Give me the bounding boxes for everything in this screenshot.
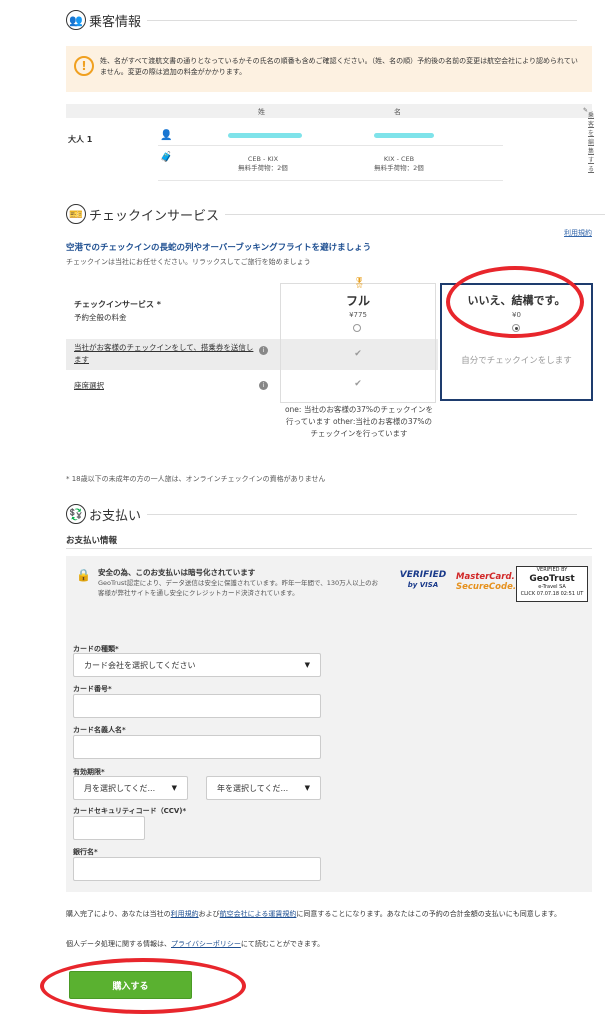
passenger-section-title: 乗客情報 xyxy=(89,14,142,30)
payment-info-title: お支払い情報 xyxy=(66,536,118,546)
gt-line4: CLICK 07.07.18 02:51 UT xyxy=(520,591,584,597)
legal-text: および xyxy=(198,910,220,918)
geotrust-seal[interactable]: VERIFIED BY GeoTrust e-Travel SA CLICK 0… xyxy=(516,566,588,602)
payment-section-header: 💱 お支払い xyxy=(66,504,578,524)
checkin-service-label: チェックインサービス * xyxy=(74,300,161,309)
verified-by-visa-logo: VERIFIED by VISA xyxy=(398,570,448,598)
checkin-subline: チェックインは当社にお任せください。リラックスしてご旅行を始めましょう xyxy=(66,258,311,266)
feature-boarding-pass: 当社がお客様のチェックインをして、搭乗券を送信します xyxy=(74,343,254,364)
full-option-note: one: 当社のお客様の37%のチェックインを行っています other:当社のお… xyxy=(284,405,434,438)
info-icon[interactable]: i xyxy=(259,381,268,390)
return-route: KIX - CEB xyxy=(383,155,415,163)
surname-redacted xyxy=(228,133,302,138)
secure-title: 安全の為、このお支払いは暗号化されています xyxy=(98,568,256,577)
outbound-baggage-allowance: 無料手荷物：2個 xyxy=(238,164,288,172)
gt-line1: VERIFIED BY xyxy=(536,567,568,573)
passenger-row-divider xyxy=(158,180,503,181)
passenger-row-divider xyxy=(158,145,503,146)
check-icon: ✔ xyxy=(354,349,362,359)
purchase-terms-text: 購入完了により、あなたは当社の利用規約および航空会社による運賃規約に同意すること… xyxy=(66,909,596,920)
legal-text: に同意することになります。あなたはこの予約の合計金額の支払いにも同意します。 xyxy=(296,910,561,918)
privacy-policy-link[interactable]: プライバシーポリシー xyxy=(171,940,241,948)
terms-link[interactable]: 利用規約 xyxy=(564,228,592,238)
checkin-headline: 空港でのチェックインの長蛇の列やオーバーブッキングフライトを避けましょう xyxy=(66,243,372,253)
surname-column-header: 姓 xyxy=(258,108,265,116)
edit-passengers-link[interactable]: ✎ 乗客を編集する xyxy=(583,107,594,173)
checkin-section-header: 🎫 チェックインサービス xyxy=(66,204,606,224)
minor-travel-note: * 18歳以下の未成年の方の一人旅は、オンラインチェックインの資格がありません xyxy=(66,475,326,483)
return-baggage: KIX - CEB 無料手荷物：2個 xyxy=(349,155,449,173)
ticket-icon: 🎫 xyxy=(66,204,86,224)
expiry-month-select[interactable]: 月を選択してくだ... ▼ xyxy=(73,776,188,800)
decline-option-description: 自分でチェックインをします xyxy=(461,356,572,366)
privacy-text: 個人データ処理に関する情報は、プライバシーポリシーにて読むことができます。 xyxy=(66,939,596,950)
vbv-line2: by VISA xyxy=(407,581,439,589)
warning-icon: ! xyxy=(74,56,94,76)
card-name-label: カード名義人名* xyxy=(73,726,126,734)
passenger-type-label: 大人 1 xyxy=(68,135,93,144)
payment-icon: 💱 xyxy=(66,504,86,524)
fare-rules-link[interactable]: 航空会社による運賃規約 xyxy=(220,910,297,918)
name-warning-box: ! 姓、名がすべて渡航文書の通りとなっているかその氏名の順番も含めご確認ください… xyxy=(66,46,592,92)
gt-line2: GeoTrust xyxy=(529,574,575,584)
mastercard-securecode-logo: MasterCard. SecureCode. xyxy=(456,572,517,592)
chevron-down-icon: ▼ xyxy=(171,784,177,792)
secure-text: GeoTrust認定により、データ送信は安全に保護されています。昨年一年間で、1… xyxy=(98,579,379,597)
cvv-label: カードセキュリティコード（CCV)* xyxy=(73,807,187,815)
info-icon[interactable]: i xyxy=(259,346,268,355)
card-name-input[interactable] xyxy=(73,735,321,759)
passenger-table-header: 姓 名 ✎ 乗客を編集する xyxy=(66,104,594,173)
bank-name-label: 銀行名* xyxy=(73,848,98,856)
outbound-route: CEB - KIX xyxy=(247,155,279,163)
full-option-price: ¥775 xyxy=(349,311,367,319)
award-badge-icon: 🎖 xyxy=(353,278,366,289)
mc-line2: SecureCode. xyxy=(456,582,517,592)
section-divider xyxy=(147,19,578,21)
passenger-section-header: 👥 乗客情報 xyxy=(66,10,578,30)
full-option-name: フル xyxy=(345,294,370,308)
checkin-service-sub: 予約全般の料金 xyxy=(74,313,127,322)
person-icon: 👤 xyxy=(160,130,173,141)
vbv-line1: VERIFIED xyxy=(399,570,447,580)
annotation-circle xyxy=(446,266,584,338)
cvv-input[interactable] xyxy=(73,816,145,840)
chevron-down-icon: ▼ xyxy=(304,784,310,792)
given-name-redacted xyxy=(374,133,434,138)
users-icon: 👥 xyxy=(66,10,86,30)
terms-of-use-link[interactable]: 利用規約 xyxy=(171,910,199,918)
gt-line3: e-Travel SA xyxy=(538,584,566,590)
return-baggage-allowance: 無料手荷物：2個 xyxy=(374,164,424,172)
section-divider xyxy=(225,213,606,215)
payment-section-title: お支払い xyxy=(89,508,142,524)
luggage-icon: 🧳 xyxy=(160,152,173,163)
payment-form-panel xyxy=(66,556,592,892)
legal-text: にて読むことができます。 xyxy=(240,940,325,948)
lock-icon: 🔒 xyxy=(76,568,91,582)
card-number-input[interactable] xyxy=(73,694,321,718)
card-number-label: カード番号* xyxy=(73,685,112,693)
mc-line1: MasterCard. xyxy=(456,572,515,582)
checkin-section-title: チェックインサービス xyxy=(89,208,220,224)
card-type-value: カード会社を選択してください xyxy=(84,660,196,670)
card-type-select[interactable]: カード会社を選択してください ▼ xyxy=(73,653,321,677)
bank-name-input[interactable] xyxy=(73,857,321,881)
legal-text: 購入完了により、あなたは当社の xyxy=(66,910,171,918)
chevron-down-icon: ▼ xyxy=(304,661,310,669)
annotation-circle xyxy=(40,958,246,1014)
outbound-baggage: CEB - KIX 無料手荷物：2個 xyxy=(213,155,313,173)
expiry-year-value: 年を選択してくだ... xyxy=(217,783,289,793)
name-warning-text: 姓、名がすべて渡航文書の通りとなっているかその氏名の順番も含めご確認ください。（… xyxy=(100,57,578,76)
check-icon: ✔ xyxy=(354,379,362,389)
given-name-column-header: 名 xyxy=(394,108,401,116)
expiry-month-value: 月を選択してくだ... xyxy=(84,783,156,793)
full-option-radio[interactable] xyxy=(353,324,361,332)
payment-divider xyxy=(66,548,592,549)
section-divider xyxy=(147,513,578,515)
expiry-year-select[interactable]: 年を選択してくだ... ▼ xyxy=(206,776,321,800)
feature-seat-selection: 座席選択 xyxy=(74,381,104,390)
legal-text: 個人データ処理に関する情報は、 xyxy=(66,940,171,948)
